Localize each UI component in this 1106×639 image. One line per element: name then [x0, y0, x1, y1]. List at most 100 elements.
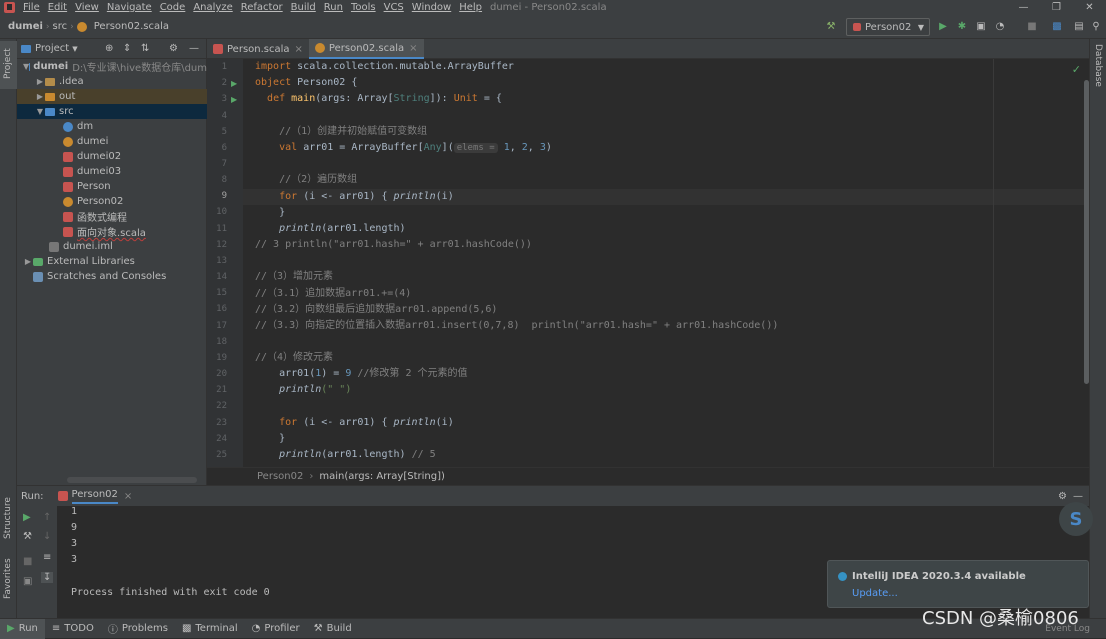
- tree-item-person[interactable]: Person: [17, 179, 207, 194]
- favorites-tool-label[interactable]: Favorites: [3, 558, 13, 599]
- tree-item-iml[interactable]: dumei.iml: [17, 239, 207, 254]
- tree-item-src[interactable]: ▼src: [17, 104, 207, 119]
- vertical-scrollbar[interactable]: [1084, 80, 1089, 384]
- close-icon[interactable]: ✕: [1073, 0, 1106, 15]
- inspection-ok-icon[interactable]: ✓: [1072, 63, 1081, 76]
- close-tab-icon[interactable]: ×: [409, 43, 417, 54]
- project-tool-label[interactable]: Project: [3, 48, 13, 79]
- breadcrumb-object[interactable]: Person02: [257, 471, 303, 482]
- terminal-tool-button[interactable]: ▩Terminal: [175, 623, 245, 634]
- database-tool-label[interactable]: Database: [1093, 44, 1103, 87]
- breadcrumb-src[interactable]: src: [50, 21, 71, 32]
- tree-item-idea[interactable]: ▶.idea: [17, 74, 207, 89]
- hide-panel-icon[interactable]: —: [1073, 491, 1083, 502]
- coverage-icon[interactable]: ▣: [975, 20, 987, 32]
- menu-bar: File Edit View Navigate Code Analyze Ref…: [0, 0, 1106, 15]
- close-tab-icon[interactable]: ×: [124, 491, 132, 502]
- scroll-up-icon[interactable]: ↑: [43, 512, 51, 523]
- tree-item-dumei02[interactable]: dumei02: [17, 149, 207, 164]
- function-call: println: [394, 191, 436, 202]
- menu-vcs[interactable]: VCS: [380, 2, 408, 13]
- menu-refactor[interactable]: Refactor: [237, 2, 287, 13]
- camera-icon[interactable]: ▣: [23, 576, 32, 587]
- menu-edit[interactable]: Edit: [44, 2, 71, 13]
- tree-item-dumei[interactable]: ▼dumeiD:\专业课\hive数据仓库\dum: [17, 59, 207, 74]
- collapse-all-icon[interactable]: ⇅: [141, 43, 149, 54]
- scroll-to-end-icon[interactable]: ↧: [41, 572, 53, 583]
- run-tool-button[interactable]: ▶Run: [0, 619, 45, 639]
- menu-analyze[interactable]: Analyze: [189, 2, 236, 13]
- hide-panel-icon[interactable]: —: [189, 43, 199, 54]
- project-structure-icon[interactable]: ▩: [1051, 20, 1063, 32]
- tab-person-scala[interactable]: Person.scala×: [207, 39, 309, 59]
- code-text: ](: [442, 142, 454, 153]
- tab-person02-scala[interactable]: Person02.scala×: [309, 39, 424, 59]
- locate-file-icon[interactable]: ⊕: [105, 43, 113, 54]
- layout-icon[interactable]: ▤: [1073, 20, 1085, 32]
- run-gutter-icon[interactable]: ▶: [231, 79, 237, 88]
- tree-item-dumei-file[interactable]: dumei: [17, 134, 207, 149]
- menu-build[interactable]: Build: [287, 2, 320, 13]
- gear-icon[interactable]: ⚙: [169, 43, 178, 54]
- breadcrumb-project[interactable]: dumei: [0, 21, 46, 32]
- menu-window[interactable]: Window: [408, 2, 455, 13]
- build-tool-button[interactable]: ⚒Build: [307, 623, 359, 634]
- tree-item-functional[interactable]: 函数式编程: [17, 209, 207, 224]
- stop-icon[interactable]: ■: [1026, 20, 1038, 32]
- rerun-icon[interactable]: ▶: [23, 512, 31, 523]
- tree-item-label: 函数式编程: [77, 209, 127, 224]
- dropdown-arrow-icon[interactable]: ▼: [72, 45, 77, 53]
- tree-item-dm[interactable]: dm: [17, 119, 207, 134]
- info-icon: [838, 572, 847, 581]
- stop-icon[interactable]: ■: [23, 556, 32, 567]
- code-editor[interactable]: import scala.collection.mutable.ArrayBuf…: [243, 59, 1089, 467]
- code-line-5: //（1）创建并初始赋值可变数组: [255, 124, 427, 140]
- menu-tools[interactable]: Tools: [347, 2, 380, 13]
- run-tab-person02[interactable]: Person02: [72, 489, 118, 504]
- code-text: ,: [528, 142, 540, 153]
- breadcrumb-file[interactable]: Person02.scala: [91, 21, 172, 32]
- line-number: 8: [207, 175, 227, 185]
- menu-view[interactable]: View: [71, 2, 103, 13]
- run-icon[interactable]: ▶: [937, 20, 949, 32]
- keyword: val: [279, 142, 297, 153]
- menu-file[interactable]: File: [19, 2, 44, 13]
- run-panel-header: Run: Person02 × ⚙ —: [17, 486, 1089, 506]
- expand-all-icon[interactable]: ⇕: [123, 43, 131, 54]
- menu-navigate[interactable]: Navigate: [103, 2, 156, 13]
- problems-tool-button[interactable]: ⓘProblems: [101, 621, 175, 636]
- wrench-icon[interactable]: ⚒: [23, 531, 32, 542]
- search-everywhere-icon[interactable]: ⚲: [1090, 20, 1102, 32]
- minimize-icon[interactable]: —: [1007, 0, 1040, 15]
- tree-item-out[interactable]: ▶out: [17, 89, 207, 104]
- tree-item-scratches[interactable]: Scratches and Consoles: [17, 269, 207, 284]
- floating-assistant-icon[interactable]: S: [1059, 502, 1093, 536]
- breadcrumb-method[interactable]: main(args: Array[String]): [319, 471, 445, 482]
- close-tab-icon[interactable]: ×: [295, 44, 303, 55]
- profiler-tool-button[interactable]: ◔Profiler: [245, 623, 307, 634]
- menu-run[interactable]: Run: [320, 2, 347, 13]
- structure-tool-label[interactable]: Structure: [3, 497, 13, 539]
- restore-icon[interactable]: ❐: [1040, 0, 1073, 15]
- profile-icon[interactable]: ◔: [994, 20, 1006, 32]
- gear-icon[interactable]: ⚙: [1058, 491, 1067, 502]
- horizontal-scrollbar[interactable]: [67, 477, 197, 483]
- run-gutter-icon[interactable]: ▶: [231, 95, 237, 104]
- soft-wrap-icon[interactable]: ≡: [43, 552, 51, 563]
- tree-item-external-libraries[interactable]: ▶External Libraries: [17, 254, 207, 269]
- line-number: 23: [207, 418, 227, 428]
- tree-item-oop[interactable]: 面向对象.scala: [17, 224, 207, 239]
- todo-tool-button[interactable]: ≡TODO: [45, 623, 101, 634]
- menu-help[interactable]: Help: [455, 2, 486, 13]
- scroll-down-icon[interactable]: ↓: [43, 531, 51, 542]
- menu-code[interactable]: Code: [156, 2, 190, 13]
- code-breadcrumb-bar: Person02 › main(args: Array[String]): [207, 467, 1089, 485]
- debug-icon[interactable]: ✱: [956, 20, 968, 32]
- run-configuration-select[interactable]: Person02 ▼: [846, 18, 930, 36]
- tree-item-dumei03[interactable]: dumei03: [17, 164, 207, 179]
- line-number: 24: [207, 434, 227, 444]
- tree-item-person02[interactable]: Person02: [17, 194, 207, 209]
- project-view-select[interactable]: Project: [35, 43, 69, 54]
- build-hammer-icon[interactable]: ⚒: [825, 20, 837, 32]
- update-link[interactable]: Update...: [852, 588, 898, 599]
